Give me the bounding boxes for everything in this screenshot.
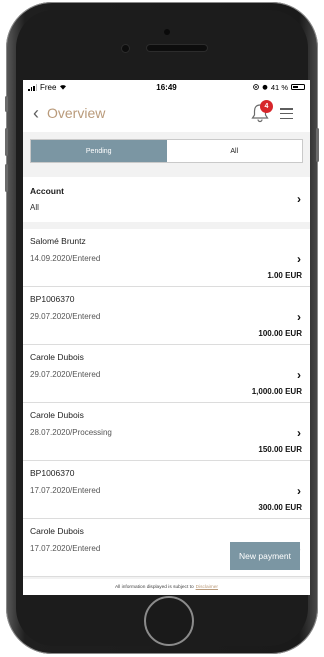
filter-tabs: Pending All: [30, 139, 303, 163]
status-time: 16:49: [156, 82, 177, 92]
chevron-right-icon: ›: [297, 368, 301, 382]
chevron-right-icon: ›: [297, 310, 301, 324]
disclaimer-link[interactable]: Disclaimer: [196, 585, 218, 590]
tab-pending[interactable]: Pending: [31, 140, 167, 162]
item-amount: 150.00 EUR: [258, 445, 302, 454]
list-item[interactable]: Carole Dubois 29.07.2020/Entered › 1,000…: [23, 345, 310, 403]
item-name: Carole Dubois: [30, 410, 84, 420]
item-meta: 28.07.2020/Processing: [30, 428, 112, 437]
filter-tabs-bar: Pending All: [23, 132, 310, 170]
account-value: All: [30, 203, 39, 212]
item-name: Carole Dubois: [30, 352, 84, 362]
item-amount: 300.00 EUR: [258, 503, 302, 512]
item-amount: 1.00 EUR: [267, 271, 302, 280]
item-meta: 29.07.2020/Entered: [30, 312, 101, 321]
item-name: Carole Dubois: [30, 526, 84, 536]
footer-text: All information displayed is subject to: [114, 584, 194, 590]
status-bar: Free 16:49 41 %: [23, 80, 310, 94]
app-screen: Free 16:49 41 % ‹ Overview 4 Pending All: [23, 80, 310, 595]
chevron-right-icon: ›: [297, 192, 301, 206]
item-name: Salomé Bruntz: [30, 236, 86, 246]
home-button[interactable]: [144, 596, 194, 646]
volume-down-button: [5, 164, 8, 192]
transaction-list: Salomé Bruntz 14.09.2020/Entered › 1.00 …: [23, 229, 310, 577]
list-item[interactable]: BP1006370 17.07.2020/Entered › 300.00 EU…: [23, 461, 310, 519]
power-button: [316, 128, 319, 162]
menu-icon[interactable]: [280, 108, 293, 119]
front-camera: [164, 29, 170, 35]
chevron-right-icon: ›: [297, 426, 301, 440]
item-meta: 29.07.2020/Entered: [30, 370, 101, 379]
new-payment-button[interactable]: New payment: [230, 542, 300, 570]
item-amount: 100.00 EUR: [258, 329, 302, 338]
notification-badge: 4: [260, 100, 273, 113]
chevron-right-icon: ›: [297, 252, 301, 266]
app-header: ‹ Overview 4: [23, 94, 310, 132]
item-meta: 14.09.2020/Entered: [30, 254, 101, 263]
notifications-button[interactable]: 4: [249, 100, 273, 124]
item-meta: 17.07.2020/Entered: [30, 486, 101, 495]
back-icon[interactable]: ‹: [33, 104, 39, 122]
earpiece-speaker: [147, 45, 207, 51]
list-item[interactable]: Salomé Bruntz 14.09.2020/Entered › 1.00 …: [23, 229, 310, 287]
list-item[interactable]: BP1006370 29.07.2020/Entered › 100.00 EU…: [23, 287, 310, 345]
chevron-right-icon: ›: [297, 484, 301, 498]
sensor-dot: [122, 45, 129, 52]
list-item[interactable]: Carole Dubois 28.07.2020/Processing › 15…: [23, 403, 310, 461]
disclaimer-footer: All information displayed is subject to …: [23, 579, 310, 595]
tab-all[interactable]: All: [167, 140, 303, 162]
volume-up-button: [5, 128, 8, 156]
page-title: Overview: [47, 105, 106, 121]
item-meta: 17.07.2020/Entered: [30, 544, 101, 553]
item-name: BP1006370: [30, 294, 75, 304]
account-label: Account: [30, 186, 64, 196]
item-name: BP1006370: [30, 468, 75, 478]
account-selector[interactable]: Account All ›: [23, 177, 310, 222]
item-amount: 1,000.00 EUR: [251, 387, 302, 396]
mute-switch: [5, 96, 8, 112]
battery-icon: [291, 84, 305, 90]
